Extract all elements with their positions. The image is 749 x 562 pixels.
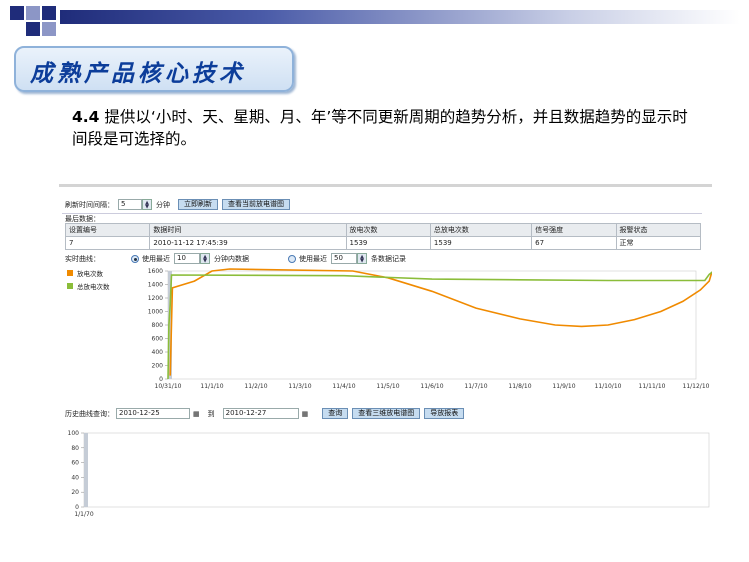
col-header: 数据时间: [149, 223, 347, 237]
slide-title: 成熟产品核心技术: [30, 60, 246, 87]
refresh-row: 刷新时间间隔： 5 ▲ ▼ 分钟 立即刷新 查看当前放电谱图: [65, 199, 290, 210]
table-row: 7 2010-11-12 17:45:39 1539 1539 67 正常: [64, 236, 702, 250]
refresh-unit: 分钟: [156, 200, 170, 209]
y-tick-label: 40: [71, 474, 79, 481]
x-tick-label: 11/10/10: [595, 383, 622, 390]
y-tick-label: 600: [152, 336, 164, 343]
y-tick-label: 0: [75, 504, 79, 511]
x-tick-label: 10/31/10: [155, 383, 182, 390]
x-tick-label: 11/9/10: [552, 383, 575, 390]
x-tick-label: 11/7/10: [464, 383, 487, 390]
col-header: 设置编号: [64, 223, 151, 237]
y-tick-label: 1600: [148, 268, 163, 275]
x-tick-label: 11/5/10: [376, 383, 399, 390]
status-table: 设置编号 数据时间 放电次数 总放电次数 信号强度 报警状态 7 2010-11…: [64, 223, 702, 250]
x-tick-label: 11/6/10: [420, 383, 443, 390]
y-tick-label: 1000: [148, 309, 163, 316]
refresh-now-button[interactable]: 立即刷新: [178, 199, 218, 210]
spin-down-icon: ▼: [360, 257, 364, 264]
history-row: 历史曲线查询： 2010-12-25 ▦ 到 2010-12-27 ▦ 查询 查…: [65, 408, 465, 419]
data-column-bar: [84, 433, 88, 507]
view-current-spectrum-button[interactable]: 查看当前放电谱图: [222, 199, 290, 210]
table-cell: 2010-11-12 17:45:39: [149, 236, 347, 250]
monitor-app-screenshot: 刷新时间间隔： 5 ▲ ▼ 分钟 立即刷新 查看当前放电谱图 最后数据： 设置编号…: [59, 184, 712, 520]
y-tick-label: 200: [152, 363, 164, 370]
refresh-interval-input[interactable]: 5: [118, 199, 142, 210]
spin-down-icon: ▼: [203, 257, 207, 264]
x-tick-label: 11/8/10: [508, 383, 531, 390]
report-button[interactable]: 导放报表: [424, 408, 465, 419]
table-cell: 1539: [345, 236, 431, 250]
slide: 成熟产品核心技术 4.4 提供以‘小时、天、星期、月、年’等不同更新周期的趋势分…: [0, 0, 749, 562]
calendar-icon[interactable]: ▦: [193, 410, 200, 418]
radio-minutes-label: 使用最近: [142, 254, 170, 263]
deco-square: [26, 6, 40, 20]
divider: [62, 213, 702, 214]
plot-area: [83, 432, 710, 508]
table-cell: 7: [64, 236, 151, 250]
x-tick-label: 11/12/10: [683, 383, 710, 390]
refresh-label: 刷新时间间隔：: [65, 200, 114, 209]
title-banner: 成熟产品核心技术: [14, 46, 294, 92]
deco-square: [42, 22, 56, 36]
y-tick-label: 400: [152, 349, 164, 356]
y-tick-label: 100: [68, 430, 80, 437]
col-header: 总放电次数: [429, 223, 533, 237]
header-gradient-bar: [60, 10, 740, 24]
col-header: 报警状态: [615, 223, 702, 237]
y-tick-label: 1200: [148, 295, 163, 302]
query-button[interactable]: 查询: [322, 408, 349, 419]
date-to-input[interactable]: 2010-12-27: [222, 408, 299, 419]
plot-area: [167, 270, 697, 380]
y-tick-label: 800: [152, 322, 164, 329]
y-tick-label: 0: [159, 376, 163, 383]
bullet-text: 提供以‘小时、天、星期、月、年’等不同更新周期的趋势分析，并且数据趋势的显示时间…: [72, 108, 688, 148]
x-tick-label: 11/4/10: [332, 383, 355, 390]
calendar-icon[interactable]: ▦: [302, 410, 309, 418]
status-table-header: 设置编号 数据时间 放电次数 总放电次数 信号强度 报警状态: [64, 223, 702, 237]
x-tick-label: 11/3/10: [288, 383, 311, 390]
x-tick-label: 11/2/10: [244, 383, 267, 390]
x-tick-label: 11/11/10: [639, 383, 666, 390]
deco-square: [42, 6, 56, 20]
realtime-label: 实时曲线：: [65, 254, 100, 263]
radio-records[interactable]: [288, 254, 296, 263]
deco-square: [26, 22, 40, 36]
date-to-label: 到: [207, 409, 215, 418]
history-label: 历史曲线查询：: [65, 409, 114, 418]
y-tick-label: 1400: [148, 282, 163, 289]
history-chart: 0 20 40 60 80 100 1/1/70: [68, 430, 710, 518]
x-tick-label: 1/1/70: [74, 511, 93, 518]
col-header: 放电次数: [345, 223, 431, 237]
bullet-paragraph: 4.4 提供以‘小时、天、星期、月、年’等不同更新周期的趋势分析，并且数据趋势的…: [72, 106, 702, 150]
realtime-chart: 0 200 400 600 800 1000 1200 1400 1600 10/31/10 11/…: [148, 268, 712, 390]
y-tick-label: 60: [71, 460, 79, 467]
table-cell: 正常: [615, 236, 702, 250]
minutes-unit: 分钟内数据: [214, 254, 249, 263]
date-from-input[interactable]: 2010-12-25: [116, 408, 190, 419]
records-unit: 条数据记录: [371, 254, 406, 263]
radio-minutes[interactable]: [131, 254, 139, 263]
y-tick-label: 80: [71, 445, 79, 452]
y-tick-label: 20: [71, 489, 79, 496]
bullet-number: 4.4: [72, 108, 100, 126]
x-tick-label: 11/1/10: [200, 383, 223, 390]
col-header: 信号强度: [531, 223, 617, 237]
spin-down-icon: ▼: [145, 203, 149, 210]
view-3d-spectrum-button[interactable]: 查看三维放电谱图: [352, 408, 421, 419]
refresh-spinner[interactable]: ▲ ▼: [142, 199, 152, 210]
table-cell: 1539: [429, 236, 533, 250]
table-cell: 67: [531, 236, 617, 250]
deco-square: [10, 6, 24, 20]
radio-records-label: 使用最近: [299, 254, 327, 263]
